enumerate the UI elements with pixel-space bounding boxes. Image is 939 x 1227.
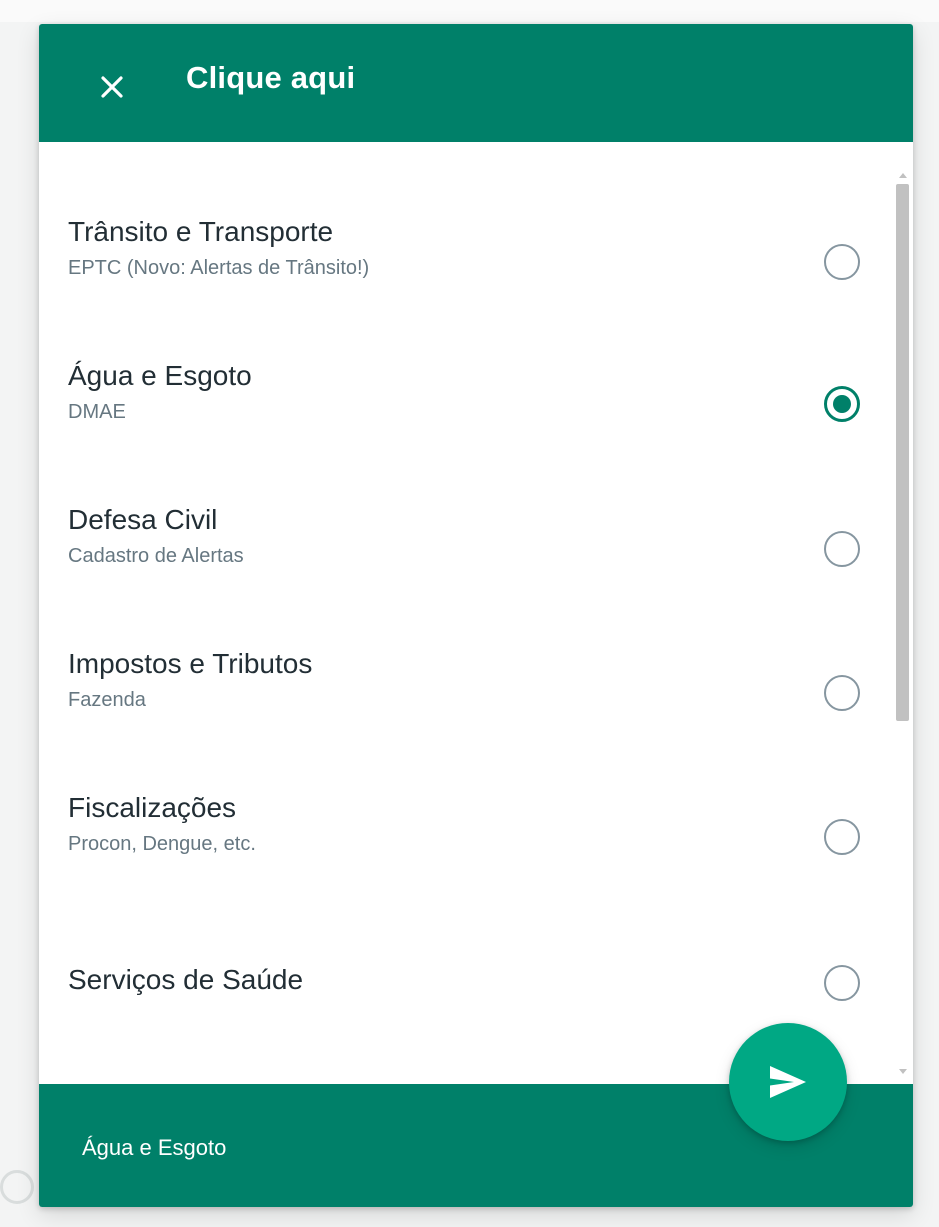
option-transito[interactable]: Trânsito e Transporte EPTC (Novo: Alerta… bbox=[39, 169, 913, 313]
background-emoji-icon bbox=[0, 1170, 34, 1204]
radio-agua[interactable] bbox=[824, 386, 860, 422]
radio-fiscalizacoes[interactable] bbox=[824, 819, 860, 855]
option-subtitle: DMAE bbox=[68, 401, 126, 423]
option-title: Trânsito e Transporte bbox=[68, 216, 334, 247]
option-subtitle: Fazenda bbox=[68, 689, 146, 711]
option-title: Serviços de Saúde bbox=[68, 964, 304, 995]
selected-option-label: Água e Esgoto bbox=[82, 1135, 227, 1160]
scroll-thumb[interactable] bbox=[896, 184, 909, 721]
option-subtitle: Cadastro de Alertas bbox=[68, 545, 244, 567]
dialog-title: Clique aqui bbox=[186, 60, 356, 95]
option-fiscalizacoes[interactable]: Fiscalizações Procon, Dengue, etc. bbox=[39, 745, 913, 889]
radio-impostos[interactable] bbox=[824, 675, 860, 711]
send-icon bbox=[770, 1066, 806, 1098]
option-title: Impostos e Tributos bbox=[68, 648, 313, 679]
option-saude[interactable]: Serviços de Saúde bbox=[39, 889, 913, 1033]
background-top-strip bbox=[0, 0, 939, 22]
option-impostos[interactable]: Impostos e Tributos Fazenda bbox=[39, 601, 913, 745]
option-defesa-civil[interactable]: Defesa Civil Cadastro de Alertas bbox=[39, 457, 913, 601]
radio-selected-dot bbox=[833, 395, 851, 413]
option-title: Defesa Civil bbox=[68, 504, 218, 535]
option-agua[interactable]: Água e Esgoto DMAE bbox=[39, 313, 913, 457]
close-icon bbox=[101, 76, 123, 98]
send-button[interactable] bbox=[729, 1023, 847, 1141]
select-dialog: Clique aqui Trânsito e Transporte EPTC (… bbox=[39, 24, 913, 1207]
close-button[interactable] bbox=[94, 69, 130, 105]
dialog-header: Clique aqui bbox=[39, 24, 913, 142]
scrollbar[interactable] bbox=[895, 169, 911, 1089]
option-subtitle: EPTC (Novo: Alertas de Trânsito!) bbox=[68, 257, 370, 279]
option-title: Água e Esgoto bbox=[68, 360, 252, 391]
radio-transito[interactable] bbox=[824, 244, 860, 280]
scroll-down-arrow-icon[interactable] bbox=[899, 1069, 907, 1074]
radio-defesa-civil[interactable] bbox=[824, 531, 860, 567]
option-subtitle: Procon, Dengue, etc. bbox=[68, 833, 256, 855]
radio-saude[interactable] bbox=[824, 965, 860, 1001]
option-title: Fiscalizações bbox=[68, 792, 237, 823]
options-list: Trânsito e Transporte EPTC (Novo: Alerta… bbox=[39, 142, 913, 1084]
scroll-up-arrow-icon[interactable] bbox=[899, 173, 907, 178]
